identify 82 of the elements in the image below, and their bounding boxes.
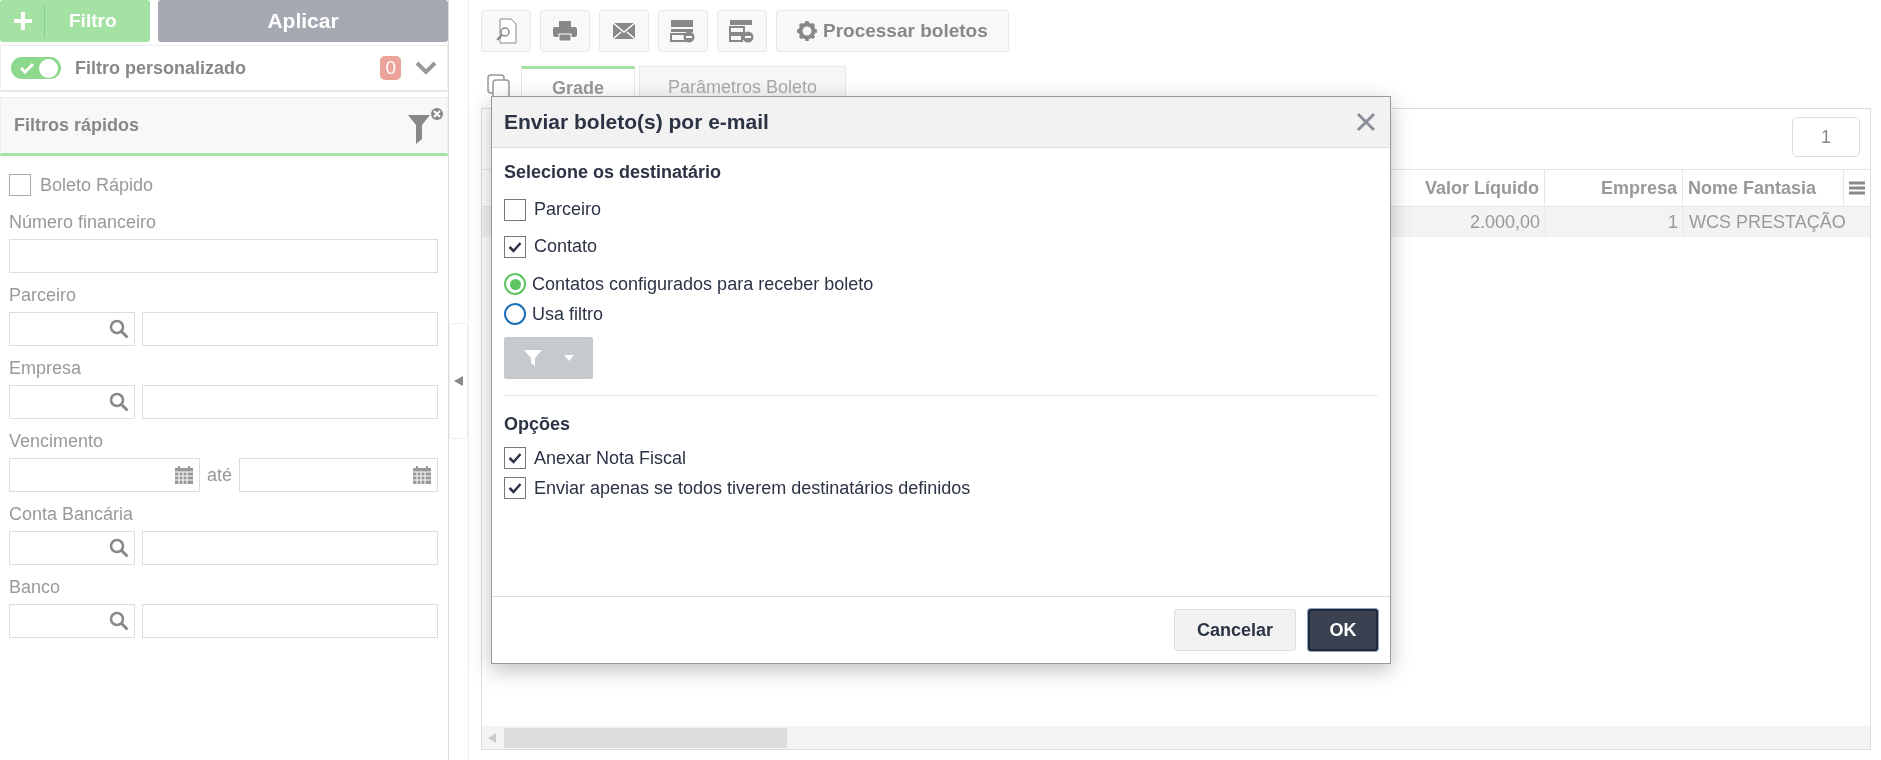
radio-label: Contatos configurados para receber boleto	[532, 273, 874, 295]
check-icon	[508, 452, 522, 464]
radio-label: Usa filtro	[532, 303, 603, 325]
field-label: Conta Bancária	[9, 504, 135, 525]
date-field[interactable]	[239, 458, 438, 492]
card-remove-icon	[670, 19, 696, 43]
radio-button[interactable]	[504, 303, 526, 325]
add-filter-button[interactable]: Filtro	[0, 0, 150, 42]
checkbox[interactable]	[9, 174, 31, 196]
clear-filter-icon[interactable]	[405, 105, 445, 146]
scroll-left-icon[interactable]	[488, 732, 496, 743]
print-button[interactable]	[540, 10, 590, 52]
description-field[interactable]	[142, 604, 438, 638]
preview-document-button[interactable]	[481, 10, 531, 52]
filter-count: 0	[380, 56, 401, 80]
remove-register-button[interactable]	[717, 10, 767, 52]
apply-button[interactable]: Aplicar	[158, 0, 448, 42]
section-heading: Selecione os destinatário	[504, 162, 722, 183]
collapse-left-icon	[454, 376, 463, 386]
cancel-button[interactable]: Cancelar	[1174, 609, 1296, 651]
menu-icon[interactable]	[1849, 180, 1865, 196]
field-label: Banco	[9, 577, 62, 598]
checkbox-label: Enviar apenas se todos tiverem destinatários definidos	[534, 477, 971, 499]
card-remove-icon	[729, 19, 755, 43]
section-heading: Opções	[504, 414, 571, 435]
date-field[interactable]	[9, 458, 200, 492]
chevron-down-icon[interactable]	[415, 61, 437, 75]
checkbox-label: Contato	[534, 236, 598, 257]
description-field[interactable]	[142, 385, 438, 419]
column-header[interactable]: Empresa	[1545, 170, 1683, 206]
checkbox[interactable]	[504, 198, 526, 221]
field-label: Empresa	[9, 358, 83, 379]
table-cell-text: WCS PRESTAÇÃO	[1688, 210, 1847, 234]
check-icon	[508, 240, 522, 253]
checkbox-label: Anexar Nota Fiscal	[534, 447, 687, 469]
process-button[interactable]: Processar boletos	[776, 10, 1009, 52]
email-button[interactable]	[599, 10, 649, 52]
ok-button[interactable]: OK	[1308, 609, 1378, 651]
search-icon[interactable]	[109, 319, 129, 339]
search-icon[interactable]	[109, 611, 129, 631]
checkbox[interactable]	[504, 447, 526, 469]
calendar-icon[interactable]	[174, 465, 194, 485]
dialog-title: Enviar boleto(s) por e-mail	[504, 110, 769, 134]
checkbox[interactable]	[504, 235, 526, 258]
close-icon[interactable]	[1356, 112, 1376, 132]
remove-boleto-button[interactable]	[658, 10, 708, 52]
description-field[interactable]	[142, 312, 438, 346]
custom-filter-label: Filtro personalizado	[75, 57, 248, 79]
envelope-icon	[612, 22, 636, 40]
funnel-icon	[523, 349, 542, 367]
document-search-icon	[495, 18, 517, 44]
field-label: Número financeiro	[9, 212, 158, 233]
input-field[interactable]	[9, 239, 438, 273]
radio-button[interactable]	[504, 273, 526, 295]
check-icon	[508, 482, 522, 494]
collapse-handle[interactable]	[449, 323, 468, 439]
field-label: Boleto Rápido	[40, 174, 154, 196]
page-tooltip: 1	[1792, 117, 1860, 157]
code-field[interactable]	[9, 312, 135, 346]
description-field[interactable]	[142, 531, 438, 565]
checkbox-label: Parceiro	[534, 199, 602, 220]
check-icon	[19, 62, 35, 74]
range-separator: até	[207, 464, 233, 486]
filter-dropdown-button[interactable]	[504, 337, 593, 379]
checkbox[interactable]	[504, 477, 526, 499]
caret-icon	[563, 355, 574, 361]
search-icon[interactable]	[109, 538, 129, 558]
search-icon[interactable]	[109, 392, 129, 412]
code-field[interactable]	[9, 604, 135, 638]
code-field[interactable]	[9, 385, 135, 419]
printer-icon	[552, 20, 578, 42]
quick-filters-title: Filtros rápidos	[14, 115, 139, 136]
gear-icon	[797, 21, 817, 41]
table-cell: 1	[1546, 207, 1684, 237]
code-field[interactable]	[9, 531, 135, 565]
field-label: Parceiro	[9, 285, 78, 306]
column-header[interactable]: Nome Fantasia	[1683, 170, 1843, 206]
field-label: Vencimento	[9, 431, 105, 452]
horizontal-scrollbar[interactable]	[482, 726, 1870, 749]
calendar-icon[interactable]	[412, 465, 432, 485]
plus-icon	[12, 10, 34, 32]
toggle-switch[interactable]	[11, 57, 61, 79]
